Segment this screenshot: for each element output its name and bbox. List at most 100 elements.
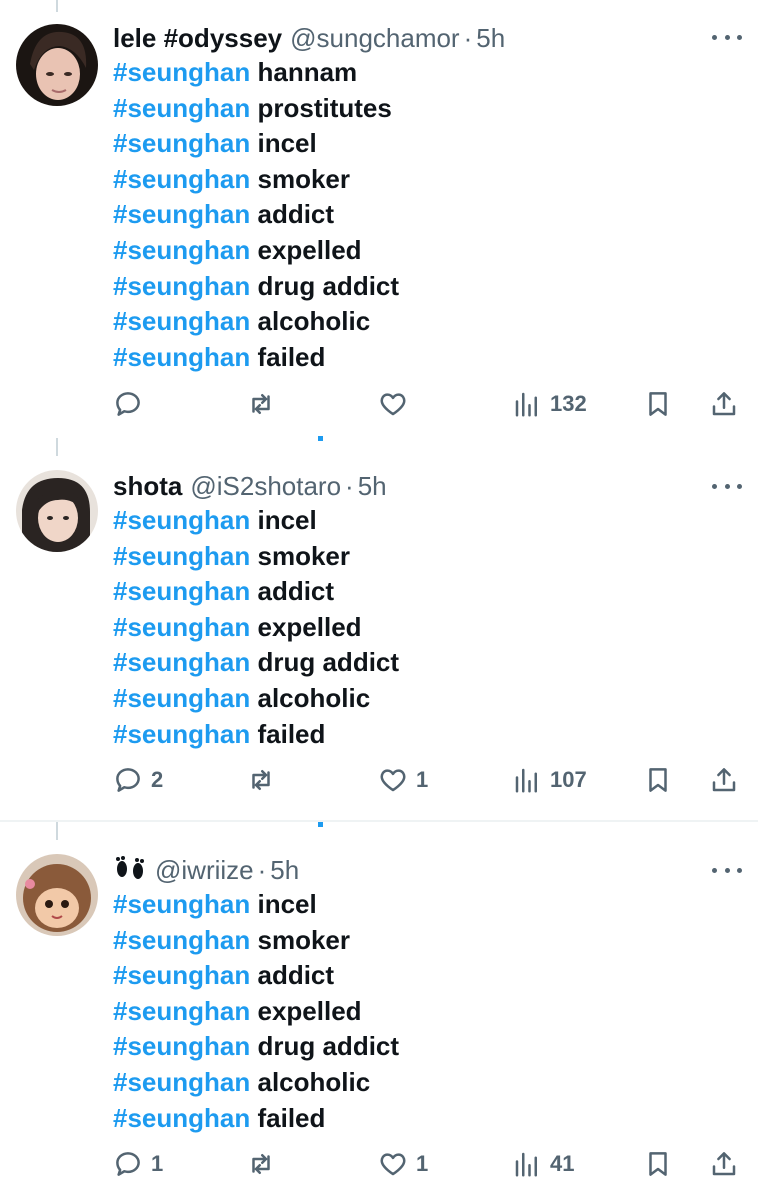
- tweet-text: alcoholic: [257, 682, 371, 713]
- timestamp[interactable]: 5h: [476, 23, 505, 54]
- tweet-line: #seunghan addict: [113, 197, 399, 233]
- hashtag-link[interactable]: #seunghan: [113, 235, 250, 265]
- tweet-text: drug addict: [257, 270, 400, 301]
- tweet-line: #seunghan drug addict: [113, 269, 399, 305]
- timestamp[interactable]: 5h: [358, 471, 387, 502]
- bookmark-button[interactable]: [643, 1144, 673, 1184]
- avatar[interactable]: [16, 854, 98, 936]
- tweet-text: failed: [257, 1102, 326, 1133]
- footprints-icon: [113, 856, 147, 884]
- repost-button[interactable]: [246, 1144, 284, 1184]
- tweet-text: incel: [257, 128, 317, 159]
- tweet-text: drug addict: [257, 1031, 400, 1062]
- display-name[interactable]: lele #odyssey: [113, 23, 282, 54]
- reply-button[interactable]: 1: [113, 1144, 163, 1184]
- bookmark-icon: [649, 1152, 667, 1176]
- avatar[interactable]: [16, 470, 98, 552]
- repost-icon: [252, 394, 270, 414]
- hashtag-link[interactable]: #seunghan: [113, 576, 250, 606]
- more-options-icon[interactable]: [712, 33, 742, 41]
- tweet-text: smoker: [257, 540, 350, 571]
- tweet-text: drug addict: [257, 647, 400, 678]
- hashtag-link[interactable]: #seunghan: [113, 960, 250, 990]
- hashtag-link[interactable]: #seunghan: [113, 719, 250, 749]
- hashtag-link[interactable]: #seunghan: [113, 1103, 250, 1133]
- action-bar: 1 1 41: [0, 1144, 758, 1184]
- tweet-line: #seunghan prostitutes: [113, 91, 399, 127]
- views-button[interactable]: 107: [512, 760, 587, 800]
- hashtag-link[interactable]: #seunghan: [113, 505, 250, 535]
- hashtag-link[interactable]: #seunghan: [113, 889, 250, 919]
- tweet-line: #seunghan hannam: [113, 55, 399, 91]
- hashtag-link[interactable]: #seunghan: [113, 1031, 250, 1061]
- tweet-text: smoker: [257, 163, 350, 194]
- like-button[interactable]: 1: [378, 1144, 428, 1184]
- avatar[interactable]: [16, 24, 98, 106]
- repost-button[interactable]: [246, 760, 284, 800]
- heart-icon: [380, 769, 406, 792]
- timestamp[interactable]: 5h: [270, 855, 299, 886]
- separator-dot: ·: [463, 22, 473, 53]
- hashtag-link[interactable]: #seunghan: [113, 342, 250, 372]
- bookmark-button[interactable]: [643, 760, 673, 800]
- hashtag-link[interactable]: #seunghan: [113, 647, 250, 677]
- more-options-icon[interactable]: [712, 866, 742, 874]
- like-button[interactable]: [378, 384, 416, 424]
- tweet-line: #seunghan drug addict: [113, 645, 399, 681]
- tweet-text: alcoholic: [257, 1066, 371, 1097]
- hashtag-link[interactable]: #seunghan: [113, 1067, 250, 1097]
- tweet-line: #seunghan incel: [113, 126, 399, 162]
- share-button[interactable]: [709, 760, 739, 800]
- reply-button[interactable]: [113, 384, 151, 424]
- tweet-text: failed: [257, 718, 326, 749]
- hashtag-link[interactable]: #seunghan: [113, 306, 250, 336]
- display-name[interactable]: shota: [113, 471, 182, 502]
- bar-chart-icon: [515, 392, 537, 417]
- thread-line: [56, 822, 58, 840]
- tweet-line: #seunghan expelled: [113, 233, 399, 269]
- tweet-1[interactable]: lele #odyssey @sungchamor · 5h #seunghan…: [0, 0, 758, 456]
- hashtag-link[interactable]: #seunghan: [113, 164, 250, 194]
- tweet-text: addict: [257, 960, 335, 991]
- tweet-text: smoker: [257, 924, 350, 955]
- user-handle[interactable]: @iS2shotaro: [190, 471, 341, 502]
- hashtag-link[interactable]: #seunghan: [113, 93, 250, 123]
- tweet-line: #seunghan alcoholic: [113, 681, 399, 717]
- more-options-icon[interactable]: [712, 482, 742, 490]
- hashtag-link[interactable]: #seunghan: [113, 128, 250, 158]
- hashtag-link[interactable]: #seunghan: [113, 541, 250, 571]
- tweet-text: hannam: [257, 57, 358, 87]
- repost-button[interactable]: [246, 384, 284, 424]
- like-count: 1: [416, 767, 429, 792]
- user-handle[interactable]: @iwriize: [155, 855, 254, 886]
- like-button[interactable]: 1: [378, 760, 428, 800]
- bookmark-button[interactable]: [643, 384, 673, 424]
- repost-icon: [252, 770, 270, 790]
- tweet-text: addict: [257, 576, 335, 607]
- share-button[interactable]: [709, 1144, 739, 1184]
- tweet-line: #seunghan expelled: [113, 610, 399, 646]
- tweet-line: #seunghan failed: [113, 340, 399, 376]
- tweet-text: prostitutes: [257, 92, 392, 123]
- hashtag-link[interactable]: #seunghan: [113, 683, 250, 713]
- reply-button[interactable]: 2: [113, 760, 163, 800]
- hashtag-link[interactable]: #seunghan: [113, 996, 250, 1026]
- hashtag-link[interactable]: #seunghan: [113, 199, 250, 229]
- tweet-line: #seunghan failed: [113, 1101, 399, 1137]
- view-count: 107: [550, 767, 587, 792]
- hashtag-link[interactable]: #seunghan: [113, 925, 250, 955]
- tweet-line: #seunghan addict: [113, 574, 399, 610]
- tweet-line: #seunghan alcoholic: [113, 1065, 399, 1101]
- hashtag-link[interactable]: #seunghan: [113, 612, 250, 642]
- tweet-3[interactable]: @iwriize · 5h #seunghan incel #seunghan …: [0, 822, 758, 1200]
- hashtag-link[interactable]: #seunghan: [113, 57, 250, 87]
- like-count: 1: [416, 1151, 429, 1176]
- views-button[interactable]: 41: [512, 1144, 574, 1184]
- user-handle[interactable]: @sungchamor: [290, 23, 459, 54]
- tweet-2[interactable]: shota @iS2shotaro · 5h #seunghan incel #…: [0, 440, 758, 820]
- tweet-line: #seunghan incel: [113, 503, 399, 539]
- views-button[interactable]: 132: [512, 384, 587, 424]
- share-button[interactable]: [709, 384, 739, 424]
- hashtag-link[interactable]: #seunghan: [113, 271, 250, 301]
- thread-line: [56, 0, 58, 12]
